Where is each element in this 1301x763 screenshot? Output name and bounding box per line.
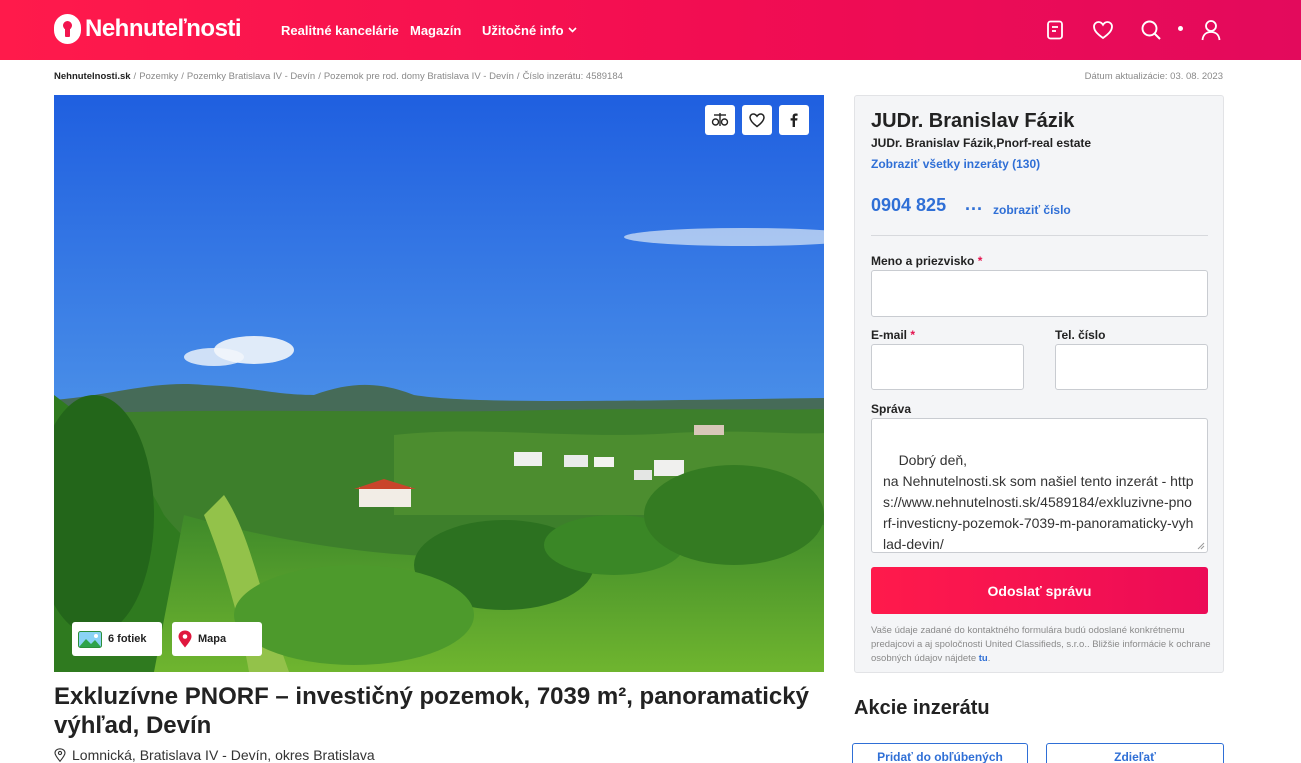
compare-button[interactable] — [705, 105, 735, 135]
user-icon[interactable] — [1196, 15, 1226, 45]
phone-number: 0904 825 — [871, 195, 947, 215]
all-listings-link[interactable]: Zobraziť všetky inzeráty (130) — [871, 157, 1040, 171]
show-phone-link[interactable]: zobraziť číslo — [993, 203, 1071, 217]
heart-icon[interactable] — [1088, 15, 1118, 45]
listing-photo[interactable]: 6 fotiek Mapa — [54, 95, 824, 672]
logo-text: Nehnuteľnosti — [85, 15, 242, 42]
add-to-favorites-button[interactable]: Pridať do obľúbených — [852, 743, 1028, 763]
last-updated-date: Dátum aktualizácie: 03. 08. 2023 — [1084, 71, 1223, 82]
breadcrumb-item[interactable]: Pozemok pre rod. domy Bratislava IV - De… — [324, 71, 514, 82]
privacy-link[interactable]: tu — [979, 653, 988, 664]
site-logo[interactable]: Nehnuteľnosti — [54, 13, 242, 45]
chevron-down-icon — [568, 25, 577, 36]
privacy-notice: Vaše údaje zadané do kontaktného formulá… — [871, 624, 1216, 666]
separator-dot — [1178, 26, 1183, 31]
email-label-text: E-mail — [871, 328, 908, 342]
landscape-photo — [54, 95, 824, 672]
photo-count-label: 6 fotiek — [108, 633, 147, 645]
logo-key-icon — [54, 14, 81, 44]
compare-icon — [711, 113, 729, 126]
email-field-label: E-mail * — [871, 328, 915, 342]
location-pin-icon — [54, 748, 66, 762]
nav-magazine[interactable]: Magazín — [410, 0, 461, 60]
map-button[interactable]: Mapa — [172, 622, 262, 656]
nav-realty-agencies[interactable]: Realitné kancelárie — [281, 0, 399, 60]
listing-actions-title: Akcie inzerátu — [854, 697, 990, 719]
breadcrumb-item[interactable]: Pozemky Bratislava IV - Devín — [187, 71, 315, 82]
message-textarea[interactable]: Dobrý deň, na Nehnutelnosti.sk som našie… — [871, 418, 1208, 553]
privacy-end: . — [987, 653, 991, 664]
heart-icon — [749, 113, 765, 128]
required-mark: * — [977, 254, 983, 268]
divider — [871, 235, 1208, 236]
breadcrumb-listing-number: Číslo inzerátu: 4589184 — [522, 71, 623, 82]
photo-gallery-button[interactable]: 6 fotiek — [72, 622, 162, 656]
email-input[interactable] — [871, 344, 1024, 390]
share-button[interactable]: Zdieľať — [1046, 743, 1224, 763]
breadcrumb-item[interactable]: Pozemky — [139, 71, 178, 82]
resize-handle-icon[interactable] — [1197, 542, 1205, 550]
name-label-text: Meno a priezvisko — [871, 254, 975, 268]
agent-company: JUDr. Branislav Fázik,Pnorf-real estate — [871, 136, 1092, 150]
breadcrumb: Nehnutelnosti.sk / Pozemky / Pozemky Bratisl… — [54, 71, 623, 82]
nav-useful-info[interactable]: Užitočné info — [482, 0, 577, 60]
breadcrumb-home[interactable]: Nehnutelnosti.sk — [54, 71, 131, 82]
listing-title: Exkluzívne PNORF – investičný pozemok, 7… — [54, 683, 809, 739]
image-gallery-icon — [78, 630, 102, 648]
privacy-text: Vaše údaje zadané do kontaktného formulá… — [871, 625, 1211, 664]
map-pin-icon — [178, 630, 192, 648]
nav-useful-info-label: Užitočné info — [482, 22, 564, 38]
save-favorite-button[interactable] — [742, 105, 772, 135]
listing-address: Lomnická, Bratislava IV - Devín, okres B… — [54, 747, 375, 763]
phone-input[interactable] — [1055, 344, 1208, 390]
phone-field-label: Tel. číslo — [1055, 328, 1106, 342]
phone-hidden-dots: ... — [965, 194, 984, 214]
send-message-button[interactable]: Odoslať správu — [871, 567, 1208, 614]
top-navigation-bar: Nehnuteľnosti Realitné kancelárie Magazí… — [0, 0, 1301, 60]
name-input[interactable] — [871, 270, 1208, 317]
required-mark: * — [910, 328, 916, 342]
contact-card: JUDr. Branislav Fázik JUDr. Branislav Fá… — [854, 95, 1224, 673]
message-field-label: Správa — [871, 402, 912, 416]
map-label: Mapa — [198, 633, 227, 645]
document-icon[interactable] — [1040, 15, 1070, 45]
message-text: Dobrý deň, na Nehnutelnosti.sk som našie… — [883, 452, 1194, 552]
agent-name: JUDr. Branislav Fázik — [871, 110, 1075, 132]
address-text: Lomnická, Bratislava IV - Devín, okres B… — [72, 747, 375, 763]
facebook-icon — [790, 113, 798, 127]
name-field-label: Meno a priezvisko * — [871, 254, 982, 268]
facebook-share-button[interactable] — [779, 105, 809, 135]
search-icon[interactable] — [1136, 15, 1166, 45]
